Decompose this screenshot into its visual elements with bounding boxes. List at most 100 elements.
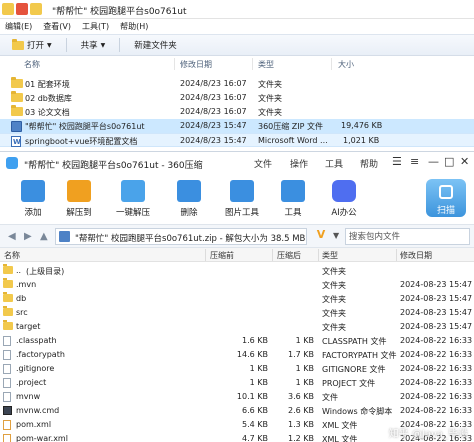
column-divider[interactable] (252, 58, 253, 70)
row-type: CLASSPATH 文件 (322, 337, 387, 346)
table-row[interactable]: .. (上级目录) 文件夹 (0, 264, 474, 278)
column-type[interactable]: 类型 (322, 250, 338, 261)
360-zip-app-icon (6, 157, 18, 169)
zip-menu-ops[interactable]: 操作 (290, 157, 308, 170)
extract-to-label: 解压到 (66, 208, 92, 218)
row-name: target (16, 322, 41, 331)
share-button[interactable]: 共享 ▼ (75, 37, 112, 53)
list-item[interactable]: 03 论文文档 2024/8/23 16:07 文件夹 (0, 105, 474, 119)
row-type: 文件夹 (322, 295, 346, 304)
add-button[interactable]: 添加 (11, 178, 55, 218)
verified-v-icon[interactable]: V (311, 228, 331, 245)
row-extra: (上级目录) (26, 267, 65, 276)
forward-arrow-icon[interactable]: ▶ (24, 231, 32, 242)
folder-icon (3, 264, 13, 274)
list-item-selected[interactable]: "帮帮忙" 校园跑腿平台s0o761ut 2024/8/23 15:47 360… (0, 119, 474, 133)
item-modified: 2024/8/23 16:07 (180, 93, 247, 102)
column-unpacked[interactable]: 压缩后 (277, 250, 301, 261)
new-folder-quick-icon[interactable] (30, 3, 42, 15)
list-item[interactable]: 02 db数据库 2024/8/23 16:07 文件夹 (0, 91, 474, 105)
zip-menu-file[interactable]: 文件 (254, 157, 272, 170)
one-click-extract-button[interactable]: 一键解压 (111, 178, 155, 218)
column-divider[interactable] (174, 58, 175, 70)
table-row[interactable]: .classpath 1.6 KB 1 KB CLASSPATH 文件 2024… (0, 334, 474, 348)
list-item[interactable]: springboot+vue环境配置文档 2024/8/23 15:47 Mic… (0, 133, 474, 147)
minimize-icon[interactable]: — (428, 156, 439, 168)
column-modified[interactable]: 修改日期 (180, 59, 212, 70)
explorer-title-bar: "帮帮忙" 校园跑腿平台s0o761ut (0, 0, 474, 19)
file-icon (3, 350, 11, 360)
table-row[interactable]: .project 1 KB 1 KB PROJECT 文件 2024-08-22… (0, 376, 474, 390)
image-tool-icon (230, 180, 254, 202)
folder-icon (3, 306, 13, 316)
column-divider[interactable] (205, 249, 206, 261)
ai-office-icon (332, 180, 356, 202)
skin-icon[interactable]: ☰ (392, 156, 402, 168)
table-row[interactable]: .gitignore 1 KB 1 KB GITIGNORE 文件 2024-0… (0, 362, 474, 376)
zip-toolbar: 添加 解压到 一键解压 删除 图片工具 工具 AI办公 (0, 174, 474, 224)
column-divider[interactable] (272, 249, 273, 261)
tools-icon (281, 180, 305, 202)
properties-icon[interactable] (16, 3, 28, 15)
open-button[interactable]: 打开 ▼ (6, 37, 58, 53)
zip-file-list: .. (上级目录) 文件夹 .mvn 文件夹 2024-08-23 15:47 … (0, 262, 474, 442)
command-script-icon (3, 406, 12, 415)
list-item[interactable]: 01 配套环境 2024/8/23 16:07 文件夹 (0, 77, 474, 91)
menu-icon[interactable]: ≡ (410, 156, 419, 168)
column-divider[interactable] (331, 58, 332, 70)
ai-office-button[interactable]: AI办公 (322, 178, 366, 218)
table-row[interactable]: .mvn 文件夹 2024-08-23 15:47 (0, 278, 474, 292)
column-packed[interactable]: 压缩前 (210, 250, 234, 261)
item-name: 03 论文文档 (25, 108, 70, 117)
table-row[interactable]: target 文件夹 2024-08-23 15:47 (0, 320, 474, 334)
table-row[interactable]: src 文件夹 2024-08-23 15:47 (0, 306, 474, 320)
maximize-icon[interactable]: □ (444, 156, 454, 168)
up-arrow-icon[interactable]: ▲ (40, 231, 48, 242)
column-modified[interactable]: 修改日期 (400, 250, 432, 261)
column-size[interactable]: 大小 (338, 59, 354, 70)
item-size: 19,476 KB (341, 121, 383, 130)
column-divider[interactable] (318, 249, 319, 261)
folder-quick-icon[interactable] (2, 3, 14, 15)
search-box[interactable] (345, 228, 470, 245)
one-click-extract-label: 一键解压 (115, 208, 150, 218)
table-row[interactable]: db 文件夹 2024-08-23 15:47 (0, 292, 474, 306)
extract-to-button[interactable]: 解压到 (57, 178, 101, 218)
zip-title-bar: "帮帮忙" 校园跑腿平台s0o761ut - 360压缩 文件 操作 工具 帮助… (0, 152, 474, 174)
table-row[interactable]: .factorypath 14.6 KB 1.7 KB FACTORYPATH … (0, 348, 474, 362)
row-name: mvnw (16, 392, 41, 401)
image-tool-button[interactable]: 图片工具 (220, 178, 264, 218)
column-type[interactable]: 类型 (258, 59, 274, 70)
open-folder-icon (12, 38, 24, 50)
zip-menu-tools[interactable]: 工具 (325, 157, 343, 170)
tools-button[interactable]: 工具 (271, 178, 315, 218)
menu-help[interactable]: 帮助(H) (115, 19, 154, 34)
zip-window: "帮帮忙" 校园跑腿平台s0o761ut - 360压缩 文件 操作 工具 帮助… (0, 151, 474, 442)
row-modified: 2024-08-22 16:33 (400, 336, 473, 345)
menu-tools[interactable]: 工具(T) (77, 19, 115, 34)
delete-button[interactable]: 删除 (167, 178, 211, 218)
zip-menu-help[interactable]: 帮助 (360, 157, 378, 170)
table-row[interactable]: mvnw.cmd 6.6 KB 2.6 KB Windows 命令脚本 2024… (0, 404, 474, 418)
row-modified: 2024-08-22 16:33 (400, 392, 473, 401)
row-unpacked: 3.6 KB (288, 392, 314, 401)
scan-button[interactable]: 扫描 (426, 179, 466, 217)
close-icon[interactable]: ✕ (460, 156, 469, 168)
back-arrow-icon[interactable]: ◀ (8, 231, 16, 242)
item-type: 360压缩 ZIP 文件 (258, 122, 324, 131)
menu-view[interactable]: 查看(V) (38, 19, 77, 34)
row-name: .. (16, 266, 22, 275)
row-modified: 2024-08-22 16:33 (400, 406, 473, 415)
menu-edit[interactable]: 编辑(E) (0, 19, 38, 34)
scan-label: 扫描 (436, 206, 455, 216)
column-name[interactable]: 名称 (24, 59, 40, 70)
address-field[interactable]: "帮帮忙" 校园跑腿平台s0o761ut.zip - 解包大小为 38.5 MB (55, 228, 307, 245)
column-name[interactable]: 名称 (4, 250, 20, 261)
column-divider[interactable] (396, 249, 397, 261)
table-row[interactable]: mvnw 10.1 KB 3.6 KB 文件 2024-08-22 16:33 (0, 390, 474, 404)
new-folder-button[interactable]: 新建文件夹 (128, 37, 183, 53)
chevron-down-icon[interactable]: ▼ (333, 231, 339, 240)
row-packed: 1 KB (249, 364, 268, 373)
search-input[interactable] (346, 229, 469, 244)
file-icon (3, 378, 11, 388)
